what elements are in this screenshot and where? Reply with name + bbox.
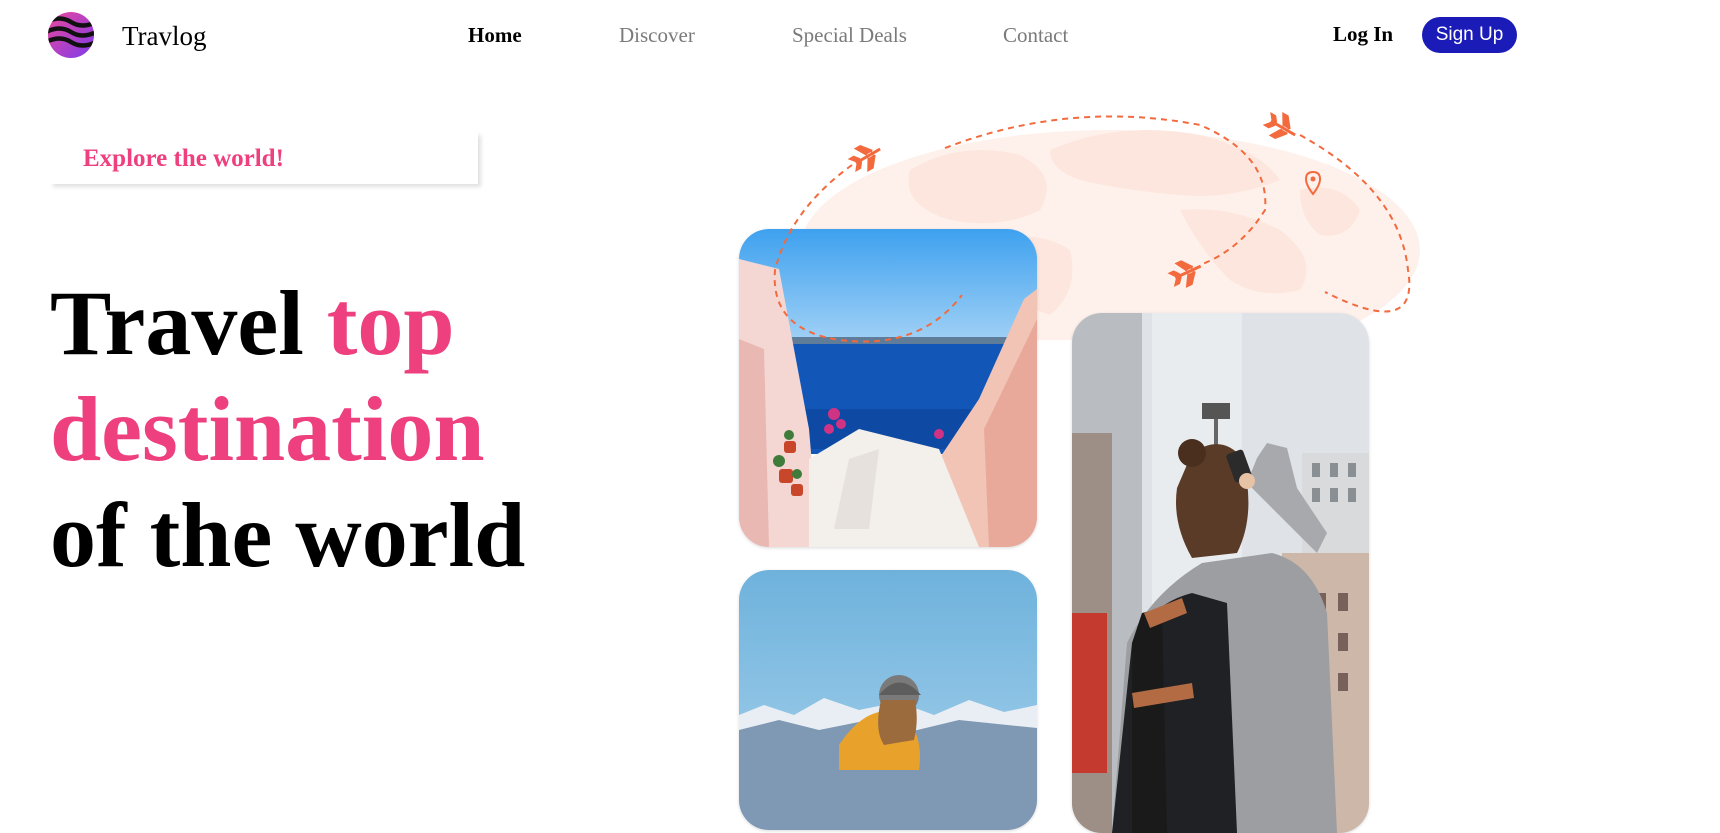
santorini-photo[interactable] <box>739 229 1037 547</box>
headline-part-3: of the world <box>50 484 526 586</box>
nav-contact[interactable]: Contact <box>1003 23 1068 48</box>
city-traveler-photo[interactable] <box>1072 313 1369 833</box>
hero-headline: Travel top destination of the world <box>50 270 570 588</box>
tagline: Explore the world! <box>83 145 284 172</box>
nav-discover[interactable]: Discover <box>619 23 695 48</box>
logo-icon[interactable] <box>48 12 94 58</box>
tagline-card: Explore the world! <box>50 132 478 184</box>
hiker-photo[interactable] <box>739 570 1037 830</box>
nav-home[interactable]: Home <box>468 23 522 48</box>
nav-special-deals[interactable]: Special Deals <box>792 23 907 48</box>
headline-part-1: Travel <box>50 272 327 374</box>
login-link[interactable]: Log In <box>1333 22 1393 47</box>
signup-button[interactable]: Sign Up <box>1422 17 1517 53</box>
brand-name[interactable]: Travlog <box>122 21 207 52</box>
